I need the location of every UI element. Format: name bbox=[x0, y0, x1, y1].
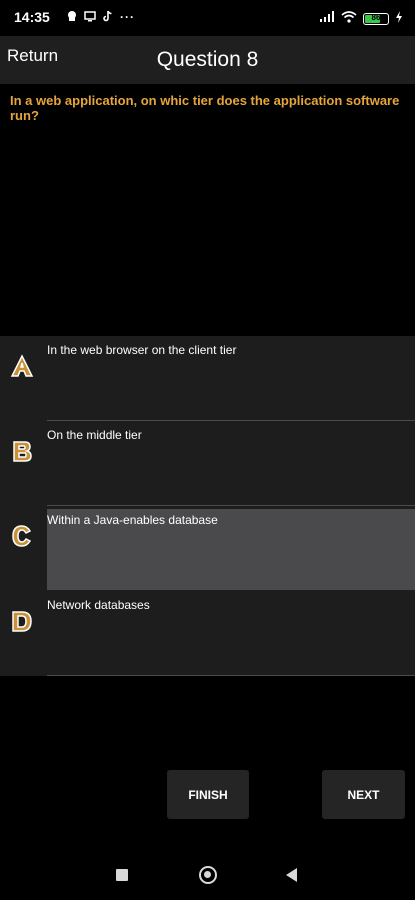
status-bar: 14:35 ··· 86 bbox=[0, 0, 415, 36]
answer-option-c[interactable]: Within a Java-enables database bbox=[0, 506, 415, 591]
finish-button[interactable]: FINISH bbox=[167, 770, 249, 819]
screen-icon bbox=[84, 10, 96, 24]
header: Return Question 8 bbox=[0, 36, 415, 84]
more-icon: ··· bbox=[120, 10, 135, 24]
answer-label: Network databases bbox=[47, 598, 150, 612]
battery-level: 86 bbox=[371, 13, 381, 22]
answer-option-b[interactable]: On the middle tier bbox=[0, 421, 415, 506]
answer-label: On the middle tier bbox=[47, 428, 142, 442]
letter-c-icon bbox=[10, 524, 34, 548]
answer-a-box[interactable]: In the web browser on the client tier bbox=[47, 336, 415, 421]
signal-icon bbox=[319, 10, 335, 28]
next-button[interactable]: NEXT bbox=[322, 770, 405, 819]
answer-d-box[interactable]: Network databases bbox=[47, 591, 415, 676]
letter-d-icon bbox=[10, 609, 34, 633]
answer-label: In the web browser on the client tier bbox=[47, 343, 237, 357]
battery-icon: 86 bbox=[363, 13, 389, 25]
answer-label: Within a Java-enables database bbox=[47, 513, 218, 527]
system-icons: 86 bbox=[319, 10, 403, 28]
answer-option-d[interactable]: Network databases bbox=[0, 591, 415, 676]
letter-a-icon bbox=[10, 354, 34, 378]
back-icon[interactable] bbox=[286, 868, 297, 882]
question-text: In a web application, on whic tier does … bbox=[10, 93, 400, 123]
home-icon[interactable] bbox=[199, 866, 217, 884]
tiktok-icon bbox=[102, 10, 114, 24]
app-icon bbox=[66, 10, 78, 24]
page-title: Question 8 bbox=[156, 48, 259, 71]
letter-b-icon bbox=[10, 439, 34, 463]
wifi-icon bbox=[341, 10, 357, 28]
status-time: 14:35 bbox=[14, 9, 50, 25]
notification-icons: ··· bbox=[66, 10, 135, 24]
answer-list: In the web browser on the client tier On… bbox=[0, 336, 415, 676]
navigation-bar bbox=[0, 848, 415, 900]
answer-option-a[interactable]: In the web browser on the client tier bbox=[0, 336, 415, 421]
recent-apps-icon[interactable] bbox=[116, 869, 128, 881]
answer-b-box[interactable]: On the middle tier bbox=[47, 421, 415, 506]
charging-icon bbox=[395, 10, 403, 28]
answer-c-box[interactable]: Within a Java-enables database bbox=[47, 509, 415, 590]
